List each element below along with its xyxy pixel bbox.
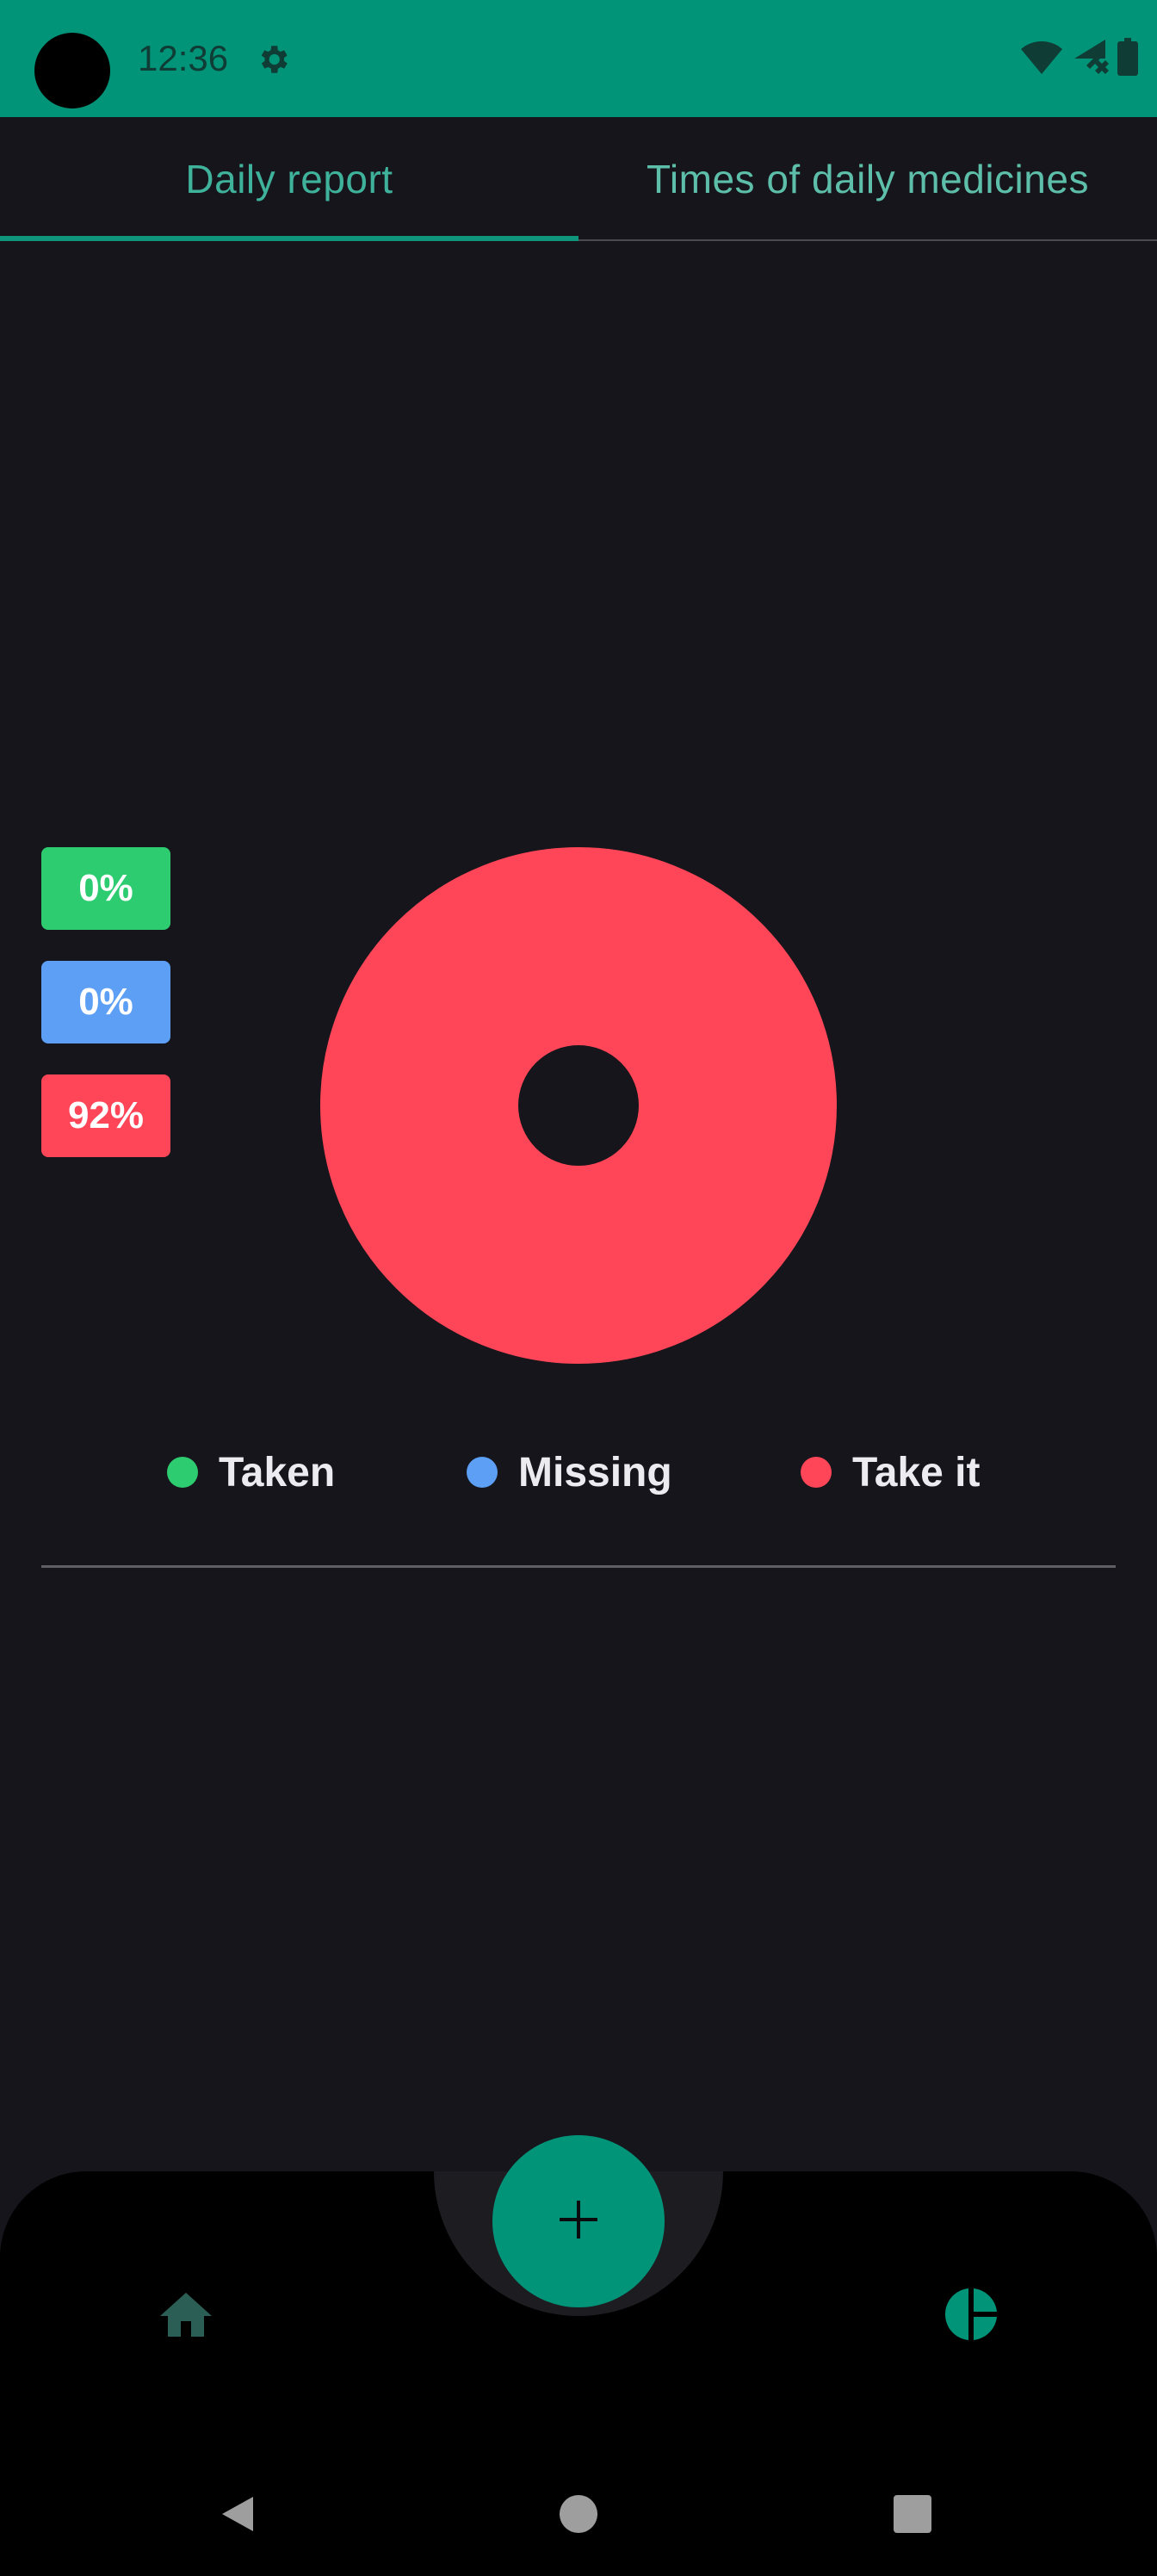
- legend-label: Taken: [219, 1449, 336, 1495]
- home-circle-icon[interactable]: [558, 2493, 599, 2535]
- legend-item-taken: Taken: [167, 1438, 335, 1507]
- statistics-icon[interactable]: [940, 2283, 1002, 2345]
- legend-dot-take-it: [801, 1457, 832, 1488]
- status-icons: [1021, 37, 1138, 80]
- battery-icon: [1117, 37, 1138, 80]
- take-it-percent-badge: 92%: [41, 1074, 170, 1157]
- donut-slice-take-it: [320, 847, 837, 1364]
- add-button[interactable]: [492, 2135, 665, 2307]
- status-bar: 12:36: [0, 0, 1157, 117]
- legend-label: Missing: [518, 1449, 672, 1495]
- gear-icon: [255, 41, 291, 77]
- front-camera-cutout: [34, 33, 110, 108]
- signal-icon: [1071, 39, 1109, 78]
- home-icon[interactable]: [155, 2285, 217, 2347]
- legend-dot-taken: [167, 1457, 198, 1488]
- tab-bar: Daily report Times of daily medicines: [0, 117, 1157, 241]
- legend-dot-missing: [467, 1457, 498, 1488]
- plus-icon: [554, 2195, 603, 2248]
- chart-legend: Taken Missing Take it: [0, 1438, 1157, 1507]
- legend-item-take-it: Take it: [801, 1438, 981, 1507]
- donut-chart: [320, 847, 837, 1364]
- taken-percent-badge: 0%: [41, 847, 170, 930]
- back-icon[interactable]: [219, 2493, 260, 2535]
- tab-indicator: [0, 236, 578, 241]
- missing-percent-badge: 0%: [41, 961, 170, 1043]
- tab-times-of-daily-medicines[interactable]: Times of daily medicines: [578, 117, 1157, 241]
- divider: [41, 1565, 1116, 1568]
- legend-item-missing: Missing: [467, 1438, 672, 1507]
- status-time: 12:36: [138, 38, 229, 78]
- wifi-icon: [1021, 40, 1062, 78]
- tab-daily-report[interactable]: Daily report: [0, 117, 578, 241]
- legend-label: Take it: [852, 1449, 981, 1495]
- recents-icon[interactable]: [892, 2493, 933, 2535]
